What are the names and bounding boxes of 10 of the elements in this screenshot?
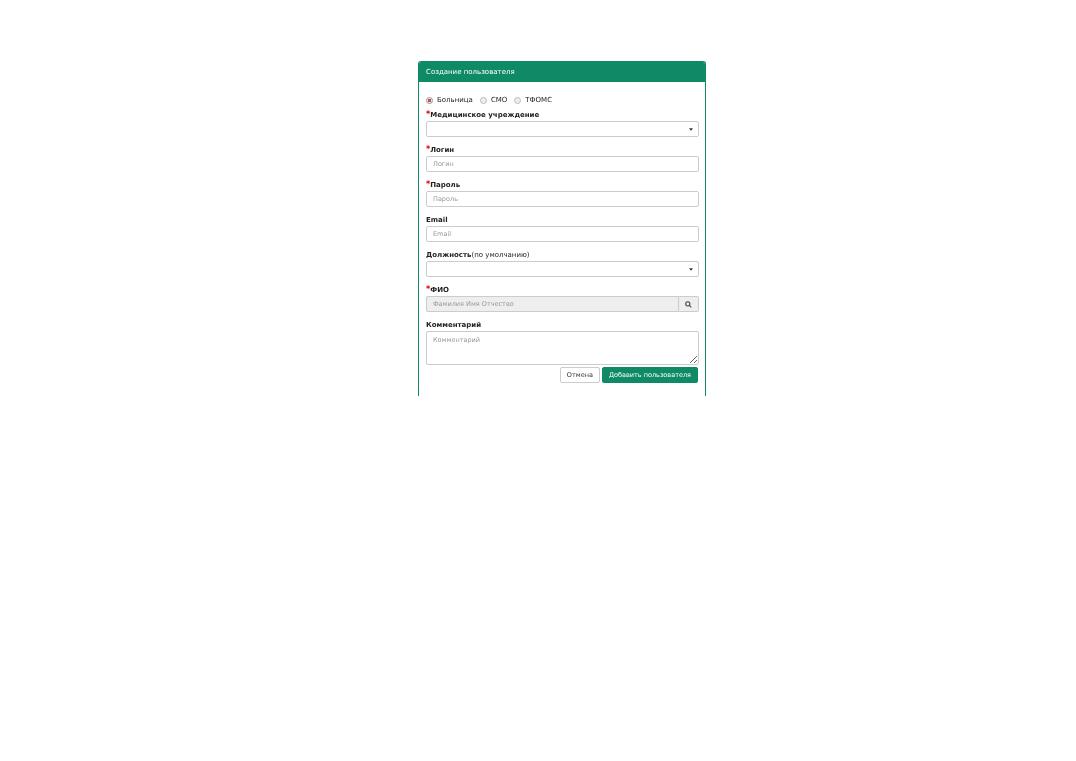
select-field[interactable] (426, 121, 699, 137)
caret-icon (689, 128, 693, 131)
search-icon (685, 300, 692, 308)
search-button[interactable] (679, 296, 699, 312)
required-mark: * (426, 180, 431, 189)
required-mark: * (426, 110, 431, 119)
caret-icon (689, 268, 693, 271)
required-mark: * (426, 145, 431, 154)
select-field[interactable] (426, 261, 699, 277)
required-mark: * (426, 285, 431, 294)
